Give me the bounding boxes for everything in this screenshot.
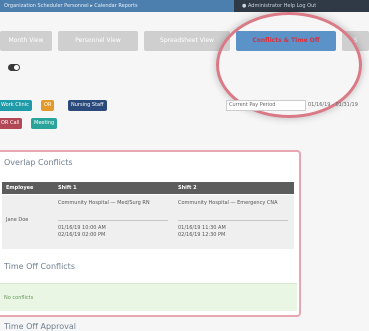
header-shift-1: Shift 1 xyxy=(58,185,77,191)
time-off-conflicts-title: Time Off Conflicts xyxy=(4,262,75,271)
cell-shift2-times: 01/16/19 11:30 AM 02/16/19 12:30 PM xyxy=(178,225,226,238)
table-row[interactable]: Jane Doe Community Hospital — Med/Surg R… xyxy=(2,195,294,249)
header-shift-2: Shift 2 xyxy=(178,185,197,191)
tab-personnel-view[interactable]: Personnel View xyxy=(58,31,138,51)
tab-conflicts-time-off[interactable]: Conflicts & Time Off xyxy=(236,31,336,51)
legend-badge-meeting: Meeting xyxy=(31,118,58,129)
top-navigation-bar: Organization Scheduler Personnel ▸ Calen… xyxy=(0,0,369,12)
cell-shift2-location: Community Hospital — Emergency CNA xyxy=(178,200,278,206)
pay-period-select[interactable]: Current Pay Period xyxy=(226,100,306,111)
tab-more[interactable]: S xyxy=(342,31,369,51)
legend-badge-or-call: OR Call xyxy=(0,118,23,129)
main-menu[interactable]: Organization Scheduler Personnel ▸ Calen… xyxy=(0,0,234,12)
cell-employee[interactable]: Jane Doe xyxy=(6,217,28,224)
cell-divider xyxy=(58,220,168,221)
time-off-approval-title: Time Off Approval xyxy=(4,322,76,331)
no-conflicts-notice: No conflicts xyxy=(0,283,297,311)
header-employee: Employee xyxy=(6,185,34,191)
date-range-label: 01/16/19 - 01/31/19 xyxy=(308,102,358,108)
legend-badge-or: OR xyxy=(41,100,55,111)
view-tabs: Month View Personnel View Spreadsheet Vi… xyxy=(0,31,369,51)
tab-month-view[interactable]: Month View xyxy=(0,31,52,51)
tab-spreadsheet-view[interactable]: Spreadsheet View xyxy=(144,31,230,51)
toggle-knob xyxy=(14,65,19,70)
user-menu[interactable]: ● Administrator Help Log Out xyxy=(242,0,316,12)
view-toggle-switch[interactable] xyxy=(8,64,20,71)
legend-badge-work-clinic: Work Clinic xyxy=(0,100,32,111)
legend-badge-nursing-staff: Nursing Staff xyxy=(68,100,107,111)
overlap-conflicts-panel: Overlap Conflicts Employee Shift 1 Shift… xyxy=(0,150,301,317)
conflicts-table-header: Employee Shift 1 Shift 2 xyxy=(2,182,294,194)
cell-divider xyxy=(178,220,288,221)
cell-shift1-location: Community Hospital — Med/Surg RN xyxy=(58,200,150,206)
overlap-conflicts-title: Overlap Conflicts xyxy=(4,158,73,167)
cell-shift1-times: 01/16/19 10:00 AM 02/16/19 02:00 PM xyxy=(58,225,106,238)
